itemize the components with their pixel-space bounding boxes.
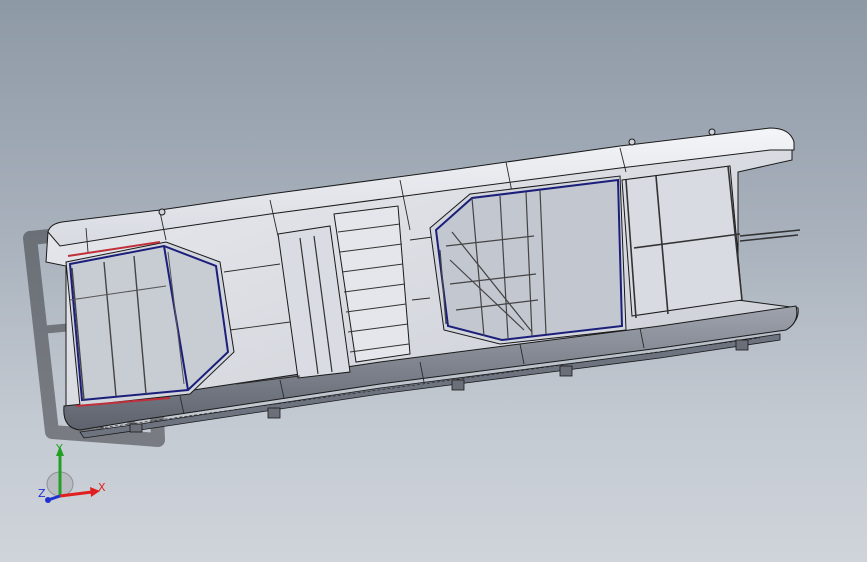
- catamaran-hull-model[interactable]: [0, 0, 867, 562]
- graphics-viewport[interactable]: Y X Z: [0, 0, 867, 562]
- view-orientation-triad[interactable]: Y X Z: [30, 440, 120, 515]
- triad-graphic: [45, 446, 100, 503]
- y-axis-label: Y: [56, 442, 63, 455]
- hull-body: [45, 127, 801, 439]
- x-axis-label: X: [98, 481, 106, 494]
- z-axis-label: Z: [38, 487, 46, 500]
